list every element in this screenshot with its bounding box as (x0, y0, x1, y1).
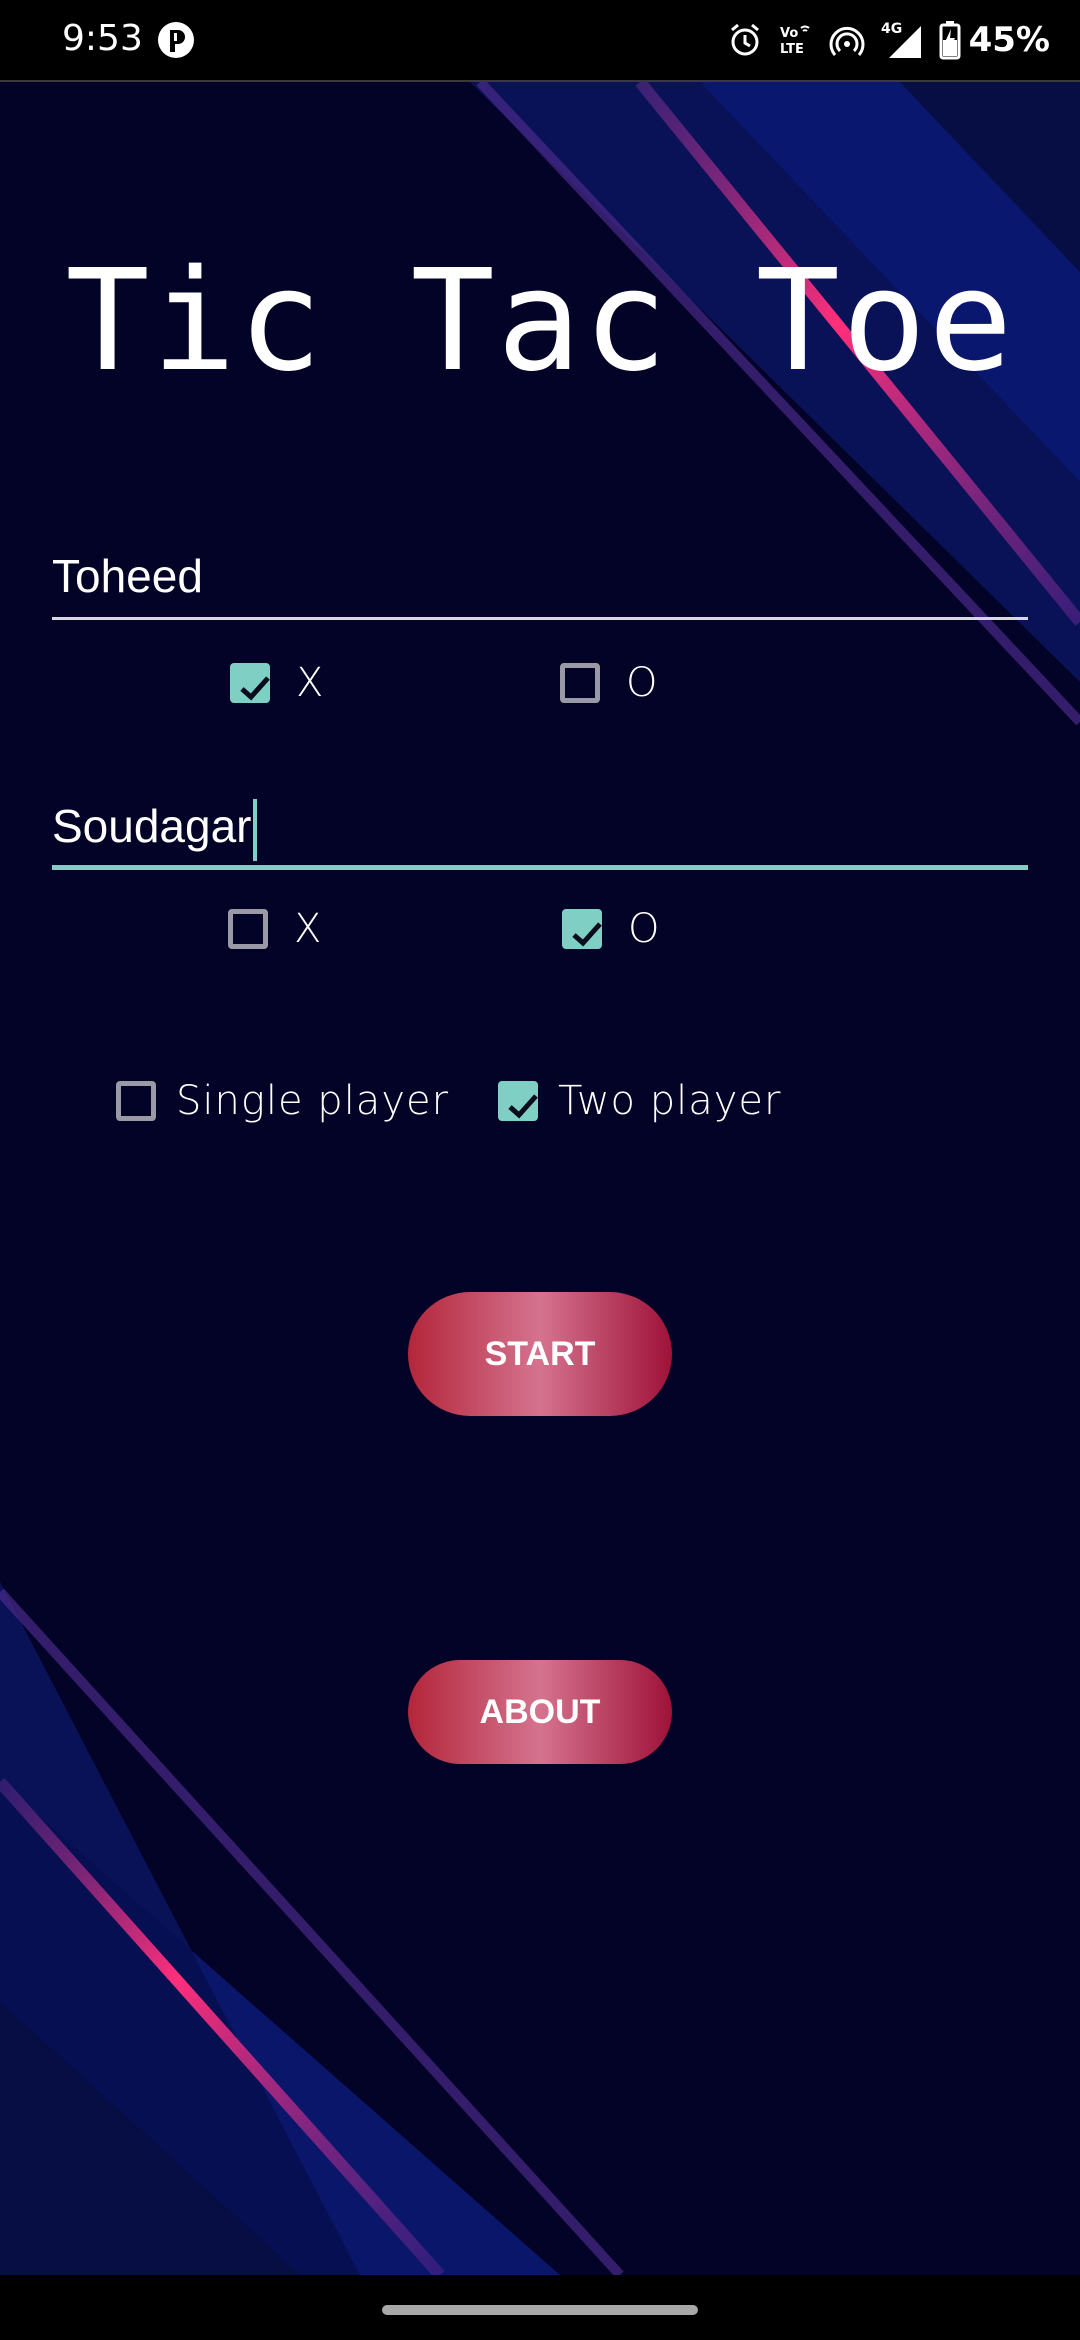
svg-text:4G: 4G (881, 21, 902, 37)
player2-option-o[interactable]: O (562, 906, 660, 952)
player2-o-label: O (628, 906, 661, 952)
status-time: 9:53 (62, 18, 143, 59)
player1-name-input[interactable]: Toheed (52, 540, 1028, 620)
svg-text:Vo: Vo (780, 26, 798, 41)
player1-x-label: X (296, 660, 325, 706)
svg-text:LTE: LTE (780, 42, 804, 57)
text-cursor (252, 798, 257, 861)
start-button[interactable]: START (408, 1292, 672, 1416)
about-button[interactable]: ABOUT (408, 1660, 672, 1764)
player2-x-checkbox[interactable] (228, 909, 268, 949)
hotspot-icon (829, 22, 865, 58)
status-bar: 9:53 Vo LTE 4G 45% (0, 0, 1080, 80)
home-gesture-handle[interactable] (382, 2305, 698, 2315)
player1-option-x[interactable]: X (230, 660, 324, 706)
mode-two-player[interactable]: Two player (498, 1078, 781, 1124)
player1-option-o[interactable]: O (560, 660, 658, 706)
player2-x-label: X (294, 906, 323, 952)
status-icons: Vo LTE 4G 45% (727, 16, 1050, 64)
signal-icon: 4G (879, 20, 925, 60)
player1-x-checkbox[interactable] (230, 663, 270, 703)
app-notification-icon (156, 20, 196, 60)
mode-single-player[interactable]: Single player (116, 1078, 449, 1124)
player2-name-underline (52, 865, 1028, 870)
single-player-label: Single player (176, 1078, 450, 1124)
player2-name-input[interactable]: Soudagar (52, 790, 1028, 870)
two-player-checkbox[interactable] (498, 1081, 538, 1121)
player2-option-x[interactable]: X (228, 906, 322, 952)
player2-name-value: Soudagar (52, 800, 252, 852)
player1-o-label: O (626, 660, 659, 706)
battery-charging-icon (939, 20, 961, 60)
player1-name-value: Toheed (52, 550, 203, 602)
battery-percent: 45% (968, 20, 1050, 60)
two-player-label: Two player (558, 1078, 782, 1124)
single-player-checkbox[interactable] (116, 1081, 156, 1121)
volte-icon: Vo LTE (777, 22, 815, 58)
player2-o-checkbox[interactable] (562, 909, 602, 949)
alarm-icon (727, 22, 763, 58)
player1-name-underline (52, 617, 1028, 620)
page-title: Tic Tac Toe (65, 240, 1015, 403)
player1-o-checkbox[interactable] (560, 663, 600, 703)
navigation-bar (0, 2275, 1080, 2340)
